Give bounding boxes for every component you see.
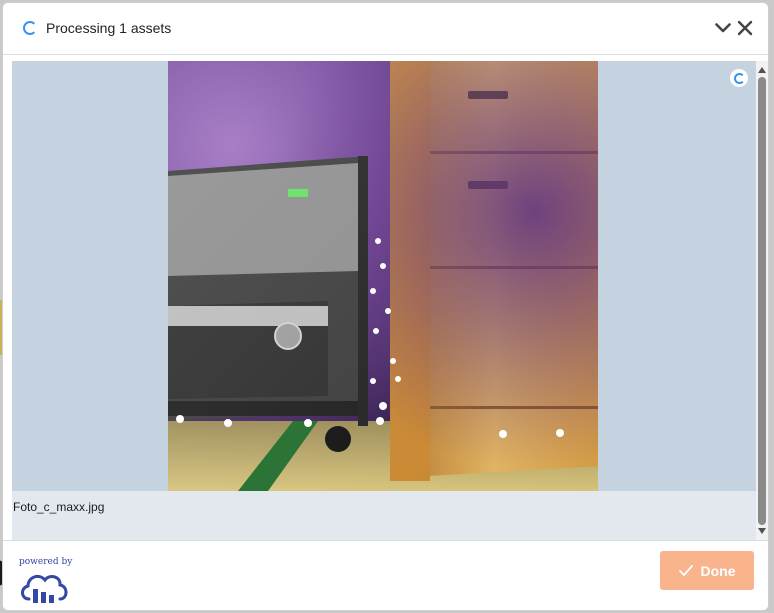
dialog-title: Processing 1 assets (46, 20, 172, 36)
scroll-down-button[interactable] (756, 524, 768, 538)
checkmark-icon (678, 565, 693, 576)
loading-spinner-icon (23, 21, 37, 35)
dialog-footer: powered by Done (3, 540, 768, 610)
asset-list: Foto_c_maxx.jpg (12, 61, 756, 540)
triangle-up-icon (758, 67, 766, 73)
close-icon (737, 20, 753, 36)
cloudinary-logo-icon[interactable] (19, 569, 69, 605)
asset-thumbnail (168, 61, 598, 491)
done-button-label: Done (700, 562, 736, 579)
collapse-button[interactable] (712, 15, 734, 41)
close-button[interactable] (734, 15, 756, 41)
asset-status-indicator (730, 69, 748, 87)
scrollbar[interactable] (756, 61, 768, 540)
powered-by-label: powered by (19, 557, 73, 567)
upload-progress-dialog: Processing 1 assets Foto_c_maxx.jpg powe… (2, 2, 769, 611)
triangle-down-icon (758, 528, 766, 534)
scroll-up-button[interactable] (756, 63, 768, 77)
chevron-down-icon (715, 23, 731, 33)
done-button[interactable]: Done (660, 551, 754, 590)
dialog-header: Processing 1 assets (3, 3, 768, 55)
asset-filename: Foto_c_maxx.jpg (13, 500, 105, 514)
asset-item (12, 61, 756, 491)
processing-icon (733, 72, 745, 84)
scroll-thumb[interactable] (758, 77, 766, 525)
